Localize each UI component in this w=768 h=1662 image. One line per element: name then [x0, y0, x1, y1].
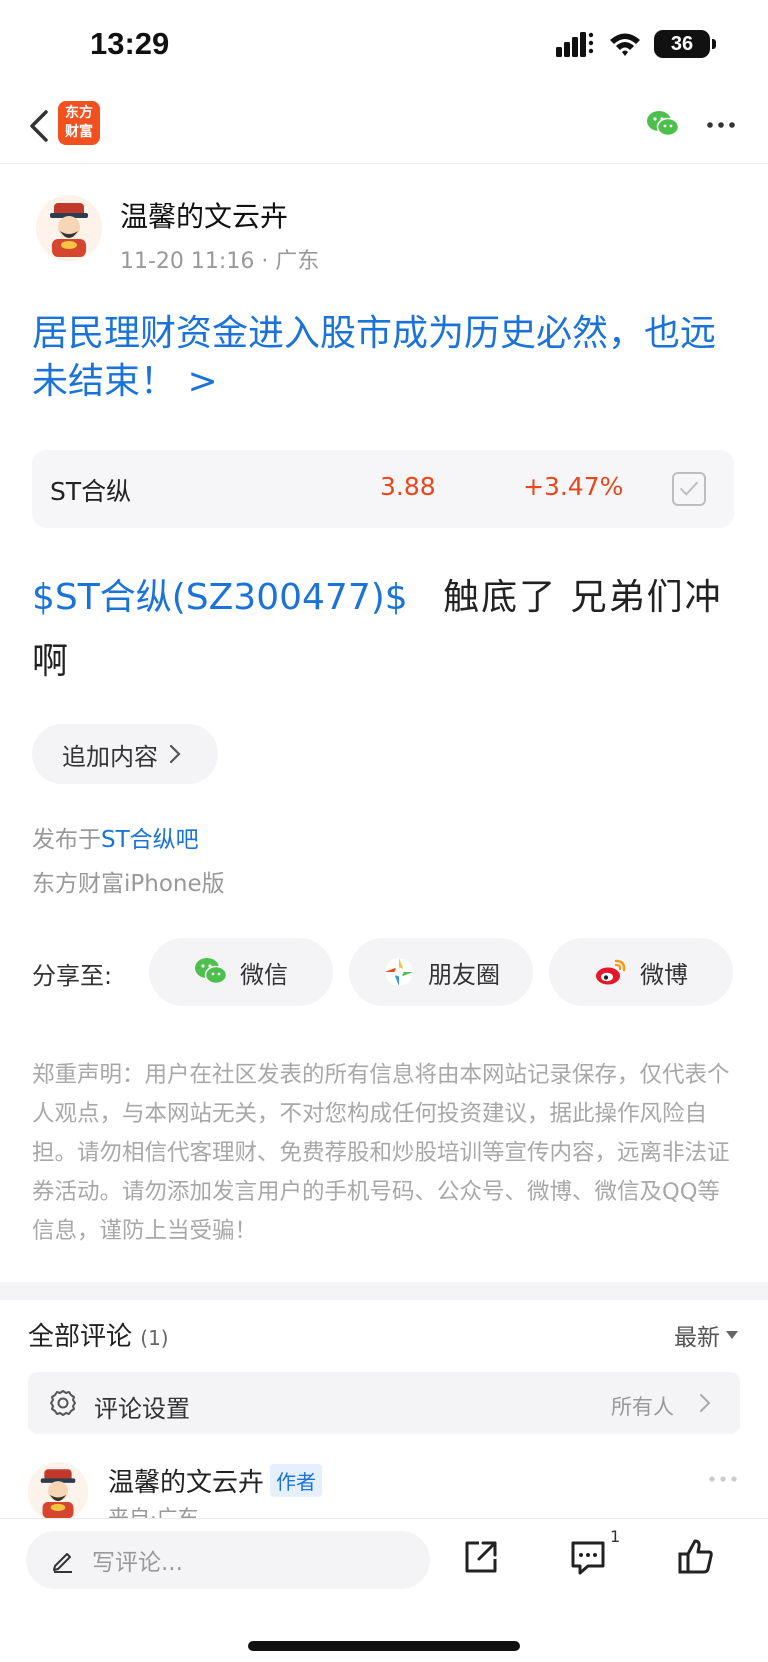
share-weibo-button[interactable]: 微博: [549, 938, 733, 1006]
comment-settings-label: 评论设置: [94, 1395, 190, 1423]
weibo-icon: [596, 959, 626, 985]
comment-settings-row[interactable]: 评论设置 所有人: [28, 1372, 740, 1434]
status-time: 13:29: [90, 26, 170, 61]
comment-settings-value: 所有人: [611, 1395, 674, 1419]
author-name[interactable]: 温馨的文云卉: [120, 195, 288, 235]
share-weibo-label: 微博: [640, 960, 688, 989]
add-watchlist-checkbox-icon[interactable]: [672, 472, 706, 506]
chevron-right-icon: [169, 744, 181, 764]
app-logo[interactable]: 东方 财富: [58, 101, 100, 145]
like-thumb-icon[interactable]: [676, 1537, 716, 1577]
moments-icon: [385, 958, 413, 986]
append-content-label: 追加内容: [62, 742, 158, 771]
disclaimer-text: 郑重声明：用户在社区发表的所有信息将由本网站记录保存，仅代表个人观点，与本网站无…: [32, 1062, 730, 1244]
gear-icon: [50, 1390, 76, 1416]
stock-price: 3.88: [380, 472, 436, 501]
post-body: $ST合纵(SZ300477)$ 触底了 兄弟们冲啊: [32, 566, 738, 694]
logo-line1: 东方: [65, 105, 93, 121]
stock-name: ST合纵: [50, 477, 132, 506]
comment-icon[interactable]: [568, 1537, 608, 1577]
share-wechat-button[interactable]: 微信: [149, 938, 333, 1006]
stock-change: +3.47%: [523, 472, 624, 501]
comments-title: 全部评论: [28, 1322, 133, 1352]
share-moments-button[interactable]: 朋友圈: [349, 938, 533, 1006]
published-prefix: 发布于: [32, 827, 101, 853]
signal-icon: [556, 32, 594, 57]
bottom-toolbar: 写评论... 1: [0, 1518, 768, 1662]
forum-link[interactable]: ST合纵吧: [101, 827, 199, 853]
comment-placeholder: 写评论...: [92, 1550, 183, 1576]
wechat-icon[interactable]: [646, 109, 680, 139]
sort-label: 最新: [674, 1325, 720, 1351]
published-in: 发布于ST合纵吧: [32, 820, 199, 854]
comment-author-name: 温馨的文云卉: [108, 1468, 265, 1498]
stock-mention-link[interactable]: $ST合纵(SZ300477)$: [32, 577, 408, 618]
more-options-icon[interactable]: [704, 110, 738, 140]
section-divider: [0, 1282, 768, 1300]
pencil-icon: [53, 1553, 72, 1573]
comment-more-icon[interactable]: [708, 1474, 738, 1484]
comment-count-badge: 1: [610, 1527, 621, 1546]
author-badge: 作者: [270, 1464, 323, 1497]
comments-header: 全部评论 (1): [28, 1316, 169, 1353]
post-meta: 11-20 11:16 · 广东: [120, 249, 320, 274]
wifi-icon: [610, 33, 640, 56]
caret-down-icon: [726, 1331, 738, 1339]
share-label: 分享至:: [32, 962, 113, 990]
battery-indicator: 36: [654, 30, 716, 58]
author-avatar[interactable]: [36, 195, 102, 261]
logo-line2: 财富: [65, 124, 93, 140]
wechat-icon: [195, 958, 228, 985]
back-arrow-icon[interactable]: [22, 106, 62, 146]
share-icon[interactable]: [461, 1537, 501, 1577]
comments-sort-dropdown[interactable]: 最新: [674, 1318, 738, 1352]
home-indicator: [248, 1641, 520, 1651]
nav-bar: 东方 财富: [0, 92, 768, 164]
share-wechat-label: 微信: [240, 960, 288, 989]
status-indicators: 36: [556, 30, 716, 58]
share-moments-label: 朋友圈: [428, 960, 500, 989]
comment-author[interactable]: 温馨的文云卉 作者: [108, 1462, 323, 1499]
comment-avatar[interactable]: [28, 1462, 88, 1522]
avatar-image: [28, 1462, 88, 1522]
client-label: 东方财富iPhone版: [32, 871, 225, 897]
stock-card[interactable]: ST合纵 3.88 +3.47%: [32, 450, 734, 528]
avatar-image: [36, 195, 102, 261]
status-bar: 13:29 36: [0, 0, 768, 92]
post-title[interactable]: 居民理财资金进入股市成为历史必然，也远未结束！ >: [32, 310, 732, 406]
comments-count: (1): [140, 1326, 169, 1350]
chevron-right-icon: [700, 1394, 711, 1412]
append-content-button[interactable]: 追加内容: [32, 724, 218, 784]
comment-input[interactable]: 写评论...: [26, 1531, 430, 1589]
